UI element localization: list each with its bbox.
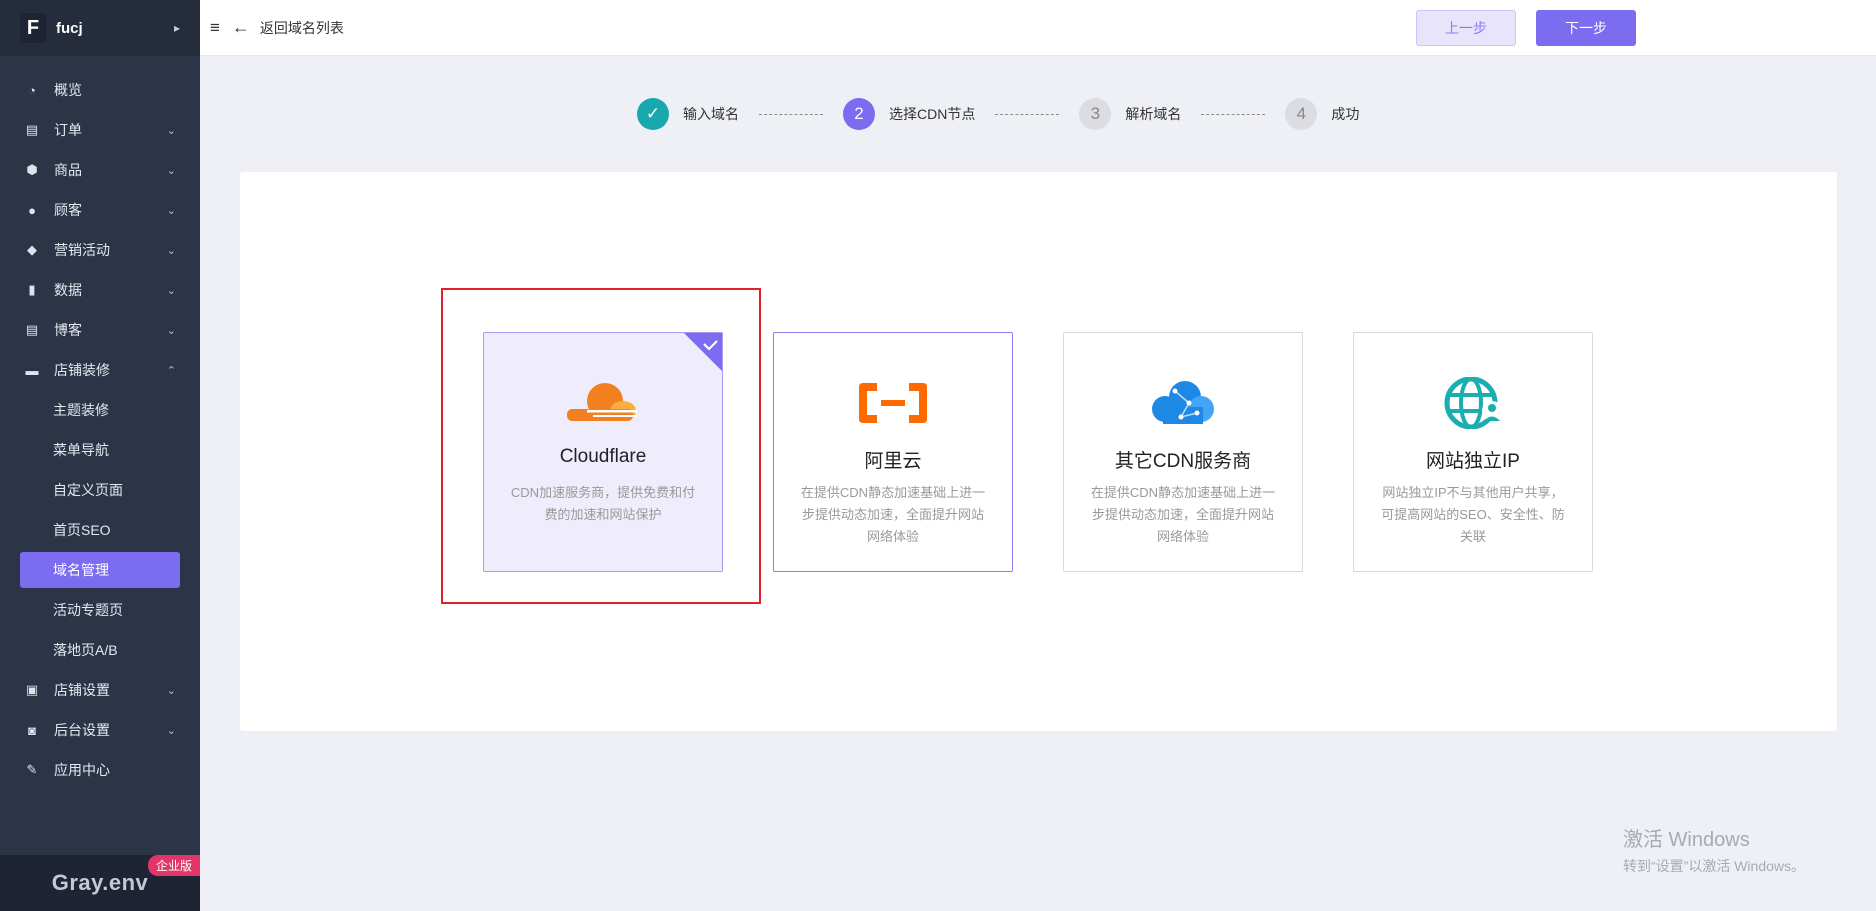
settings-icon: ◙ xyxy=(28,722,36,738)
cdn-option-cloudflare[interactable]: Cloudflare CDN加速服务商，提供免费和付费的加速和网站保护 xyxy=(483,332,723,572)
sidebar-item-label: 应用中心 xyxy=(54,762,110,778)
cloud-network-icon xyxy=(1152,381,1214,424)
edition-badge: 企业版 xyxy=(147,855,200,876)
next-step-button[interactable]: 下一步 xyxy=(1536,10,1636,46)
sidebar-subitem-menu-nav[interactable]: 菜单导航 xyxy=(0,430,200,470)
back-arrow-icon[interactable]: ← xyxy=(232,17,250,38)
product-icon: ⬢ xyxy=(26,162,38,177)
step-number: 2 xyxy=(843,98,875,130)
chevron-down-icon: ⌄ xyxy=(166,724,176,737)
chevron-right-icon: ▸ xyxy=(173,21,180,35)
sidebar-subitem-domain[interactable]: 域名管理 xyxy=(20,552,180,588)
option-description: CDN加速服务商，提供免费和付费的加速和网站保护 xyxy=(510,485,696,522)
step-number: 4 xyxy=(1285,98,1318,130)
sidebar-item-label: 概览 xyxy=(54,82,82,98)
aliyun-icon xyxy=(859,383,927,423)
sidebar-item-label: 营销活动 xyxy=(54,242,110,258)
stepper: ✓ 输入域名 2 选择CDN节点 3 解析域名 4 成功 xyxy=(637,98,1359,130)
option-description: 在提供CDN静态加速基础上进一步提供动态加速，全面提升网站网络体验 xyxy=(1090,485,1276,544)
sidebar-subitem-campaign[interactable]: 活动专题页 xyxy=(0,590,200,630)
sidebar-subitem-home-seo[interactable]: 首页SEO xyxy=(0,510,200,550)
sidebar-item-overview[interactable]: ◔ 概览 xyxy=(0,70,200,110)
sidebar-item-admin-settings[interactable]: ◙ 后台设置 ⌄ xyxy=(0,710,200,750)
chevron-down-icon: ⌄ xyxy=(166,204,176,217)
sidebar-item-customers[interactable]: ● 顾客 ⌄ xyxy=(0,190,200,230)
menu-toggle-icon[interactable]: ≡ xyxy=(210,18,220,38)
sidebar-subitem-theme[interactable]: 主题装修 xyxy=(0,390,200,430)
step-label: 输入域名 xyxy=(683,106,739,122)
chevron-down-icon: ⌄ xyxy=(166,244,176,257)
option-title: 网站独立IP xyxy=(1426,451,1520,472)
tag-icon: ◆ xyxy=(27,242,37,257)
sidebar-footer: Gray.env 企业版 xyxy=(0,855,200,911)
sidebar-item-label: 顾客 xyxy=(54,202,82,218)
sidebar-item-label: 商品 xyxy=(54,162,82,178)
cdn-option-other[interactable]: 其它CDN服务商 在提供CDN静态加速基础上进一步提供动态加速，全面提升网站网络… xyxy=(1063,332,1303,572)
store-name: fucj xyxy=(56,19,83,37)
bar-chart-icon: ▮ xyxy=(28,282,36,297)
prev-step-button[interactable]: 上一步 xyxy=(1416,10,1516,46)
sidebar-subitem-landing-ab[interactable]: 落地页A/B xyxy=(0,630,200,670)
store-switcher[interactable]: F fucj ▸ xyxy=(0,0,200,56)
step-divider xyxy=(1201,113,1266,115)
step-2: 2 选择CDN节点 xyxy=(843,98,975,130)
sidebar-item-label: 后台设置 xyxy=(54,722,110,738)
sidebar-item-app-center[interactable]: ✎ 应用中心 xyxy=(0,750,200,790)
sidebar-item-store-settings[interactable]: ▣ 店铺设置 ⌄ xyxy=(0,670,200,710)
paint-roller-icon: ▬ xyxy=(25,362,39,378)
environment-label: Gray.env xyxy=(51,870,149,895)
windows-activation-title: 激活 Windows xyxy=(1623,829,1750,851)
store-logo: F xyxy=(20,13,46,43)
chevron-down-icon: ⌄ xyxy=(166,284,176,297)
step-label: 选择CDN节点 xyxy=(889,106,976,122)
sidebar-subitem-custom-page[interactable]: 自定义页面 xyxy=(0,470,200,510)
option-description: 网站独立IP不与其他用户共享，可提高网站的SEO、安全性、防关联 xyxy=(1381,485,1565,544)
chevron-down-icon: ⌄ xyxy=(166,124,176,137)
cloudflare-icon xyxy=(567,383,637,421)
blog-icon: ▤ xyxy=(25,322,39,337)
step-number: 3 xyxy=(1079,98,1112,130)
option-title: 其它CDN服务商 xyxy=(1114,451,1252,472)
step-4: 4 成功 xyxy=(1285,98,1359,130)
cdn-option-aliyun[interactable]: 阿里云 在提供CDN静态加速基础上进一步提供动态加速，全面提升网站网络体验 xyxy=(773,332,1013,572)
windows-activation-hint: 转到“设置”以激活 Windows。 xyxy=(1623,858,1806,874)
chevron-down-icon: ⌄ xyxy=(166,164,176,177)
sidebar-item-products[interactable]: ⬢ 商品 ⌄ xyxy=(0,150,200,190)
chevron-down-icon: ⌄ xyxy=(166,324,176,337)
option-title: 阿里云 xyxy=(864,451,922,472)
customer-icon: ● xyxy=(28,202,36,218)
sidebar-item-marketing[interactable]: ◆ 营销活动 ⌄ xyxy=(0,230,200,270)
step-label: 解析域名 xyxy=(1125,106,1182,122)
sidebar-item-label: 数据 xyxy=(54,282,82,298)
step-check-icon: ✓ xyxy=(637,98,669,130)
sidebar-item-label: 店铺设置 xyxy=(54,682,110,698)
sidebar: F fucj ▸ ◔ 概览 ▤ 订单 ⌄ ⬢ 商品 ⌄ ● 顾客 ⌄ ◆ 营销活… xyxy=(0,0,200,911)
order-icon: ▤ xyxy=(25,122,39,137)
step-divider xyxy=(759,113,823,115)
wrench-icon: ✎ xyxy=(26,762,38,777)
option-description: 在提供CDN静态加速基础上进一步提供动态加速，全面提升网站网络体验 xyxy=(800,485,986,544)
step-label: 成功 xyxy=(1331,106,1360,122)
back-to-domain-list-link[interactable]: 返回域名列表 xyxy=(260,18,344,38)
store-icon: ▣ xyxy=(25,682,39,697)
dashboard-icon: ◔ xyxy=(28,82,36,98)
sidebar-menu: ◔ 概览 ▤ 订单 ⌄ ⬢ 商品 ⌄ ● 顾客 ⌄ ◆ 营销活动 ⌄ ▮ 数据 … xyxy=(0,56,200,790)
step-1: ✓ 输入域名 xyxy=(637,98,739,130)
cdn-option-dedicated-ip[interactable]: 网站独立IP 网站独立IP不与其他用户共享，可提高网站的SEO、安全性、防关联 xyxy=(1353,332,1593,572)
step-divider xyxy=(995,113,1060,115)
globe-user-icon xyxy=(1444,377,1502,429)
sidebar-item-orders[interactable]: ▤ 订单 ⌄ xyxy=(0,110,200,150)
sidebar-item-store-design[interactable]: ▬ 店铺装修 ⌃ xyxy=(0,350,200,390)
sidebar-item-label: 博客 xyxy=(54,322,82,338)
option-title: Cloudflare xyxy=(559,446,647,467)
chevron-up-icon: ⌃ xyxy=(166,364,176,377)
step-3: 3 解析域名 xyxy=(1079,98,1181,130)
sidebar-item-blog[interactable]: ▤ 博客 ⌄ xyxy=(0,310,200,350)
windows-activation-notice: 激活 Windows 转到“设置”以激活 Windows。 xyxy=(1623,823,1805,876)
selected-check-icon xyxy=(684,333,722,371)
chevron-down-icon: ⌄ xyxy=(166,684,176,697)
sidebar-item-label: 店铺装修 xyxy=(54,362,110,378)
sidebar-item-data[interactable]: ▮ 数据 ⌄ xyxy=(0,270,200,310)
sidebar-item-label: 订单 xyxy=(54,122,82,138)
